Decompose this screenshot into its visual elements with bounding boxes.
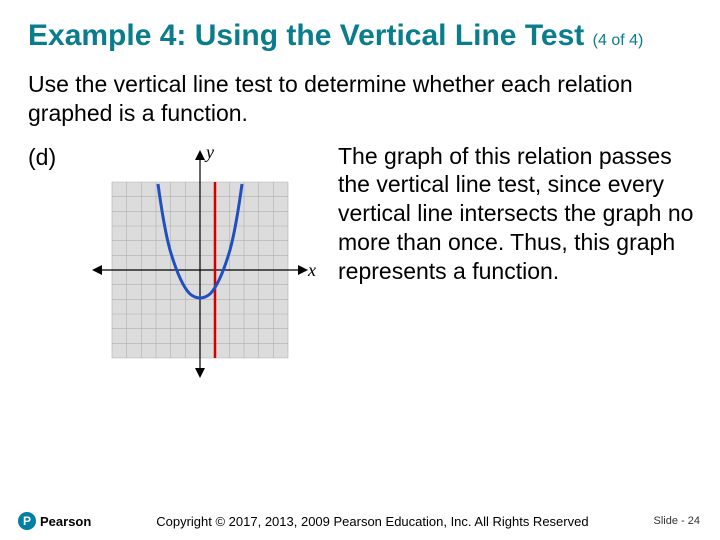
- copyright-text: Copyright © 2017, 2013, 2009 Pearson Edu…: [91, 514, 653, 529]
- pearson-logo-text: Pearson: [40, 514, 91, 529]
- slide-number: Slide - 24: [654, 515, 700, 527]
- explanation-text: The graph of this relation passes the ve…: [332, 142, 696, 382]
- y-axis-label: y: [204, 142, 214, 162]
- slide-footer: P Pearson Copyright © 2017, 2013, 2009 P…: [0, 512, 720, 530]
- x-axis-arrow-left: [92, 265, 102, 275]
- y-axis-arrow-up: [195, 150, 205, 160]
- slide-title: Example 4: Using the Vertical Line Test …: [28, 18, 692, 54]
- x-axis-label: x: [307, 260, 316, 280]
- y-axis-arrow-down: [195, 368, 205, 378]
- x-axis-arrow-right: [298, 265, 308, 275]
- content-row: (d): [0, 134, 720, 382]
- graph-figure: y x: [80, 142, 320, 382]
- title-main: Example 4: Using the Vertical Line Test: [28, 19, 584, 52]
- pearson-logo-icon: P: [18, 512, 36, 530]
- prompt-text: Use the vertical line test to determine …: [0, 60, 720, 134]
- part-label: (d): [28, 142, 68, 382]
- pearson-logo: P Pearson: [18, 512, 91, 530]
- graph-svg: y x: [80, 142, 320, 382]
- title-subtitle: (4 of 4): [593, 32, 644, 49]
- slide-title-block: Example 4: Using the Vertical Line Test …: [0, 0, 720, 60]
